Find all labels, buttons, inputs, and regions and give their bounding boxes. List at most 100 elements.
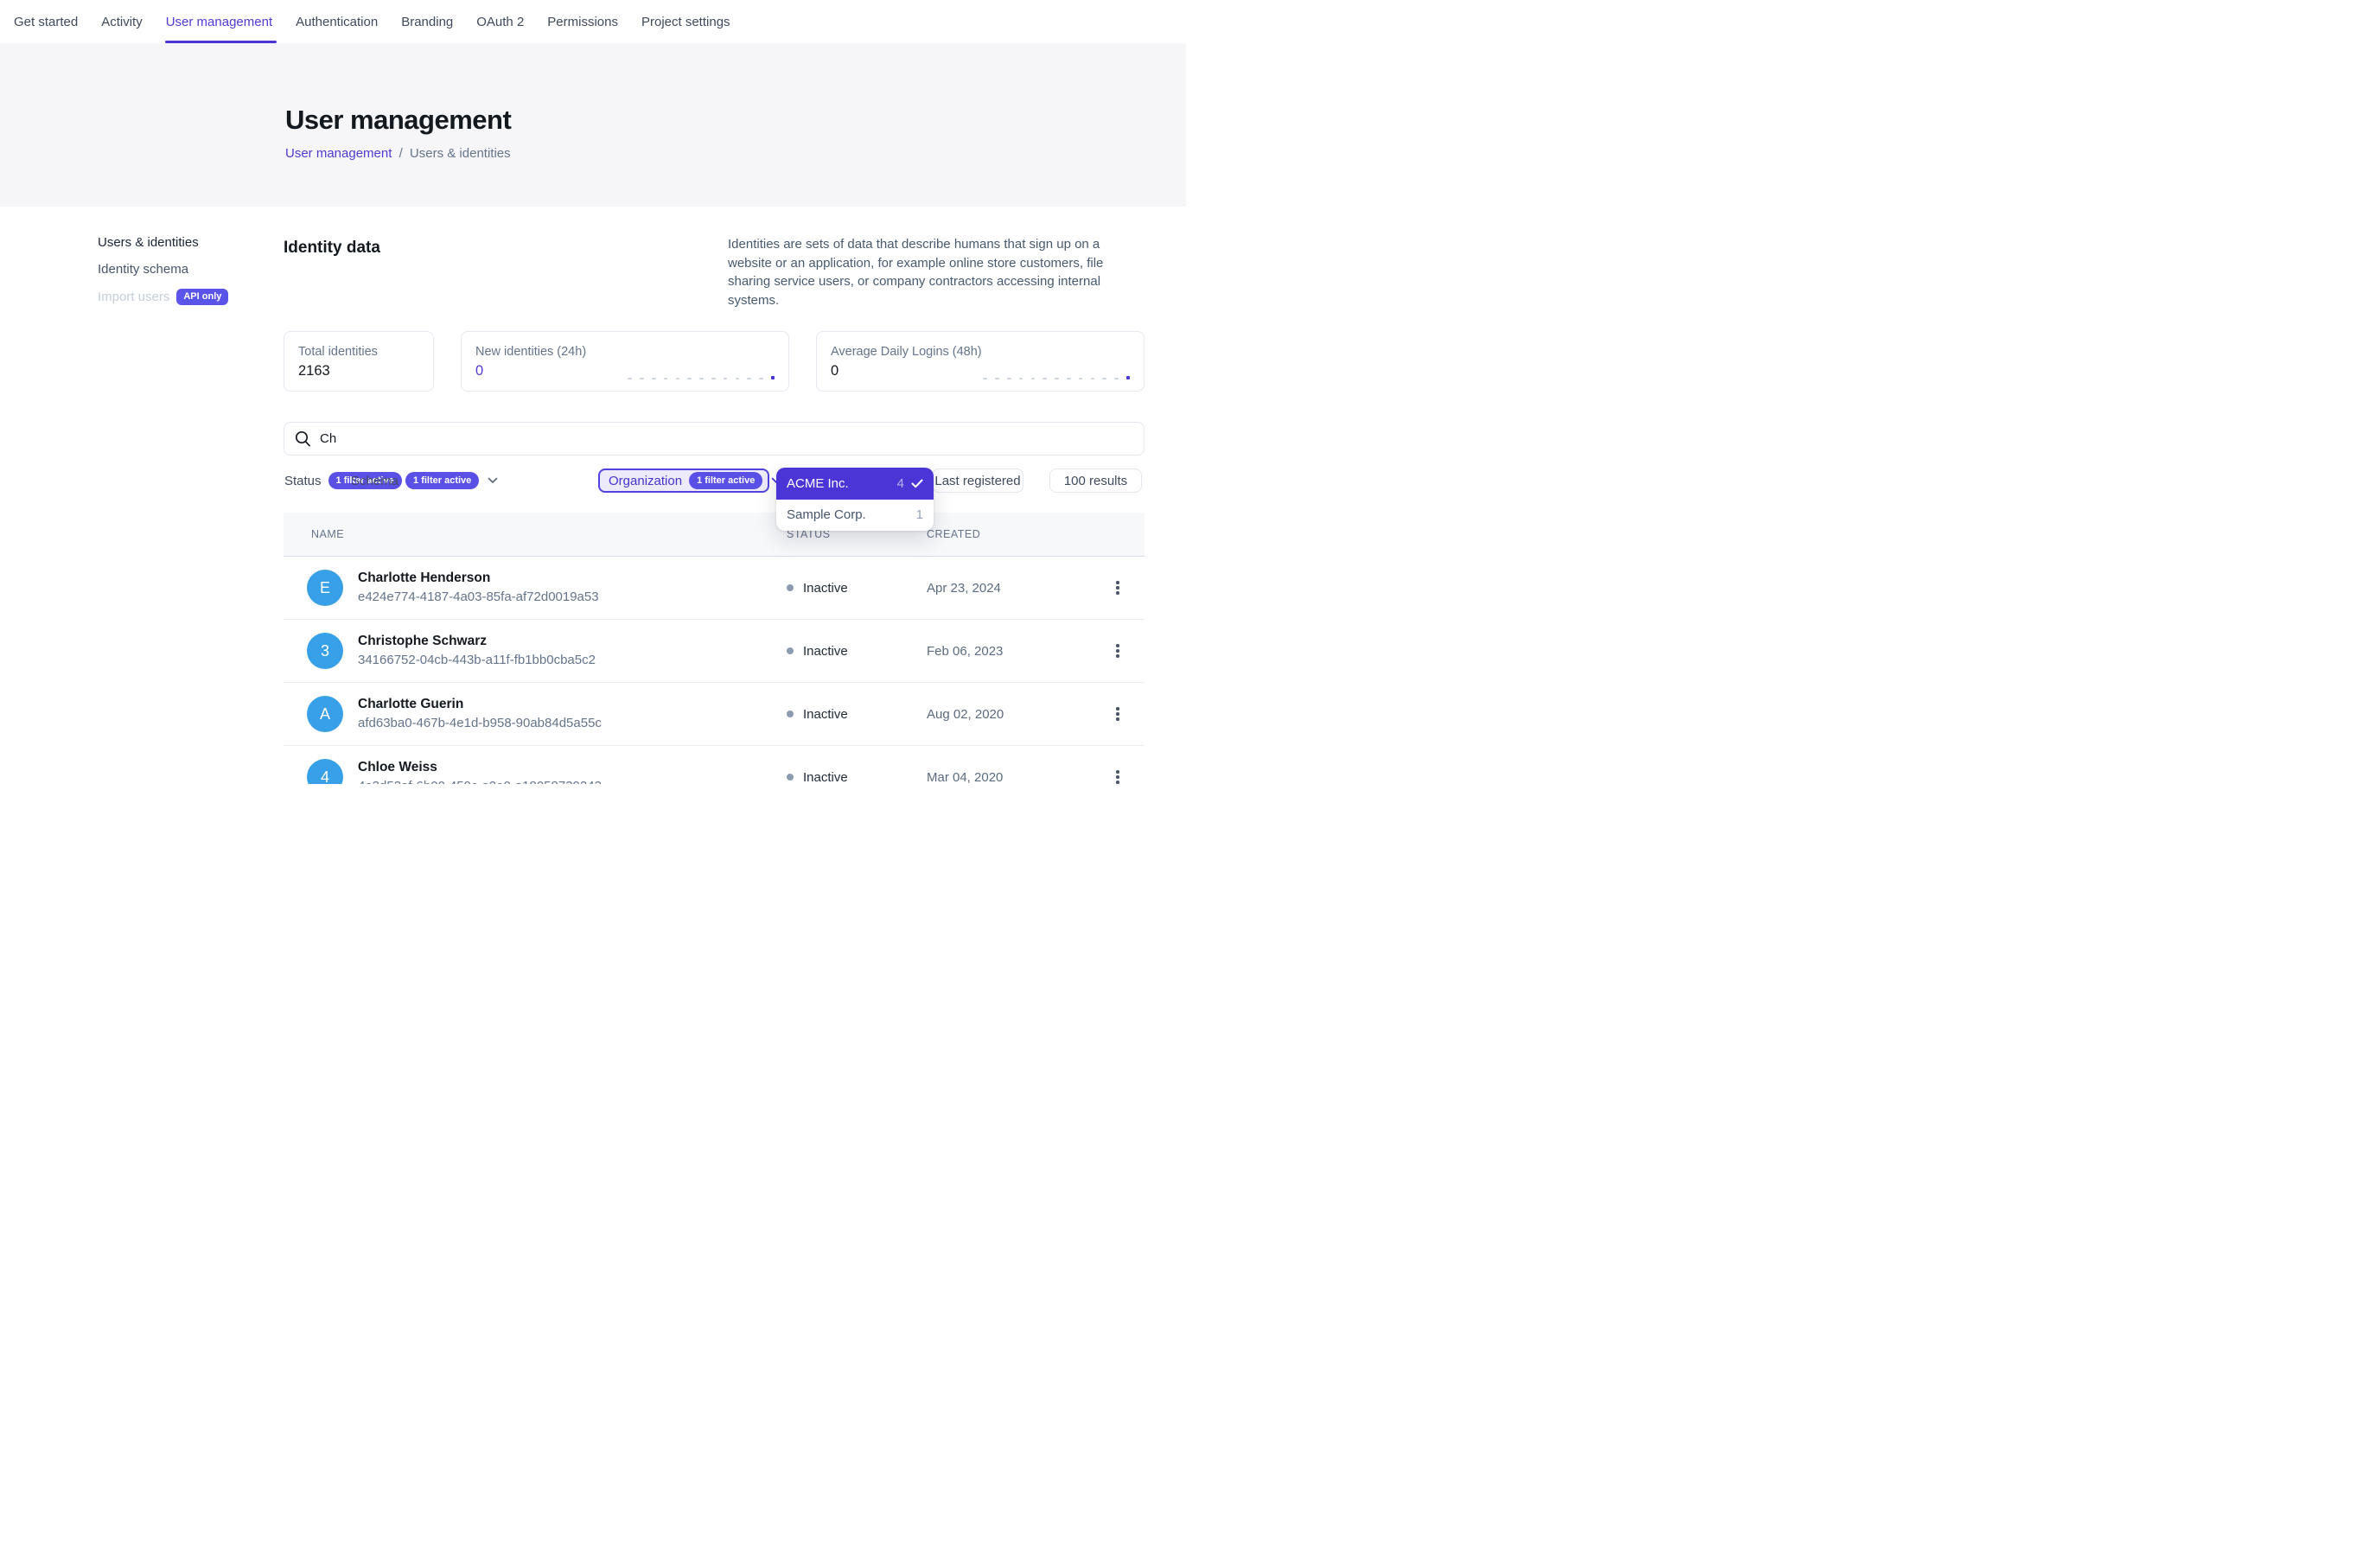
kebab-menu-icon[interactable] xyxy=(1111,702,1125,726)
sort-select-value: Last registered xyxy=(934,474,1020,488)
tab-user-management[interactable]: User management xyxy=(166,0,272,43)
kebab-menu-icon[interactable] xyxy=(1111,576,1125,600)
user-management-page: Get started Activity User management Aut… xyxy=(0,0,1186,784)
search-bar[interactable]: Ch xyxy=(284,422,1145,456)
organization-filter[interactable]: Organization 1 filter active xyxy=(598,468,769,493)
sidebar-item-identity-schema[interactable]: Identity schema xyxy=(98,262,262,277)
status-filter-label: Status xyxy=(284,474,322,488)
tab-oauth2[interactable]: OAuth 2 xyxy=(476,0,524,43)
card-new-identities: New identities (24h) 0 xyxy=(461,331,789,392)
sidebar: Users & identities Identity schema Impor… xyxy=(98,235,262,316)
page-size-select[interactable]: 100 results xyxy=(1049,468,1142,493)
kebab-menu-icon[interactable] xyxy=(1111,639,1125,663)
table-header: NAME STATUS CREATED xyxy=(284,513,1145,557)
status-dot-icon xyxy=(787,584,794,591)
sidebar-item-label: Import users xyxy=(98,290,169,305)
chevron-down-icon xyxy=(488,477,498,484)
page-size-value: 100 results xyxy=(1064,474,1127,488)
dropdown-option-acme[interactable]: ACME Inc. 4 xyxy=(776,468,934,500)
sidebar-item-import-users: Import users API only xyxy=(98,289,262,305)
identity-id: 34166752-04cb-443b-a11f-fb1bb0cba5c2 xyxy=(358,651,596,669)
section-head: Identity data Identities are sets of dat… xyxy=(284,235,1145,309)
column-header-name: NAME xyxy=(311,528,787,540)
status-cell: Inactive xyxy=(787,581,927,596)
organization-filter-label: Organization xyxy=(609,474,682,488)
status-badge: Inactive xyxy=(803,707,848,722)
filter-controls: Status 1 filter active Schema 1 filter a… xyxy=(284,468,1145,493)
created-cell: Feb 06, 2023 xyxy=(927,644,1091,659)
table-row[interactable]: A Charlotte Guerin afd63ba0-467b-4e1d-b9… xyxy=(284,683,1145,746)
tab-get-started[interactable]: Get started xyxy=(14,0,78,43)
column-header-created: CREATED xyxy=(927,528,1091,540)
card-total-identities: Total identities 2163 xyxy=(284,331,434,392)
avatar: 4 xyxy=(307,759,343,784)
breadcrumb-separator: / xyxy=(396,146,406,161)
status-badge: Inactive xyxy=(803,581,848,596)
created-cell: Mar 04, 2020 xyxy=(927,770,1091,785)
search-icon xyxy=(295,430,311,447)
status-cell: Inactive xyxy=(787,644,927,659)
identity-id: e424e774-4187-4a03-85fa-af72d0019a53 xyxy=(358,588,599,606)
content-area: Users & identities Identity schema Impor… xyxy=(0,207,1186,784)
identity-name: Charlotte Henderson xyxy=(358,570,599,587)
name-cell: 3 Christophe Schwarz 34166752-04cb-443b-… xyxy=(307,633,787,669)
section-title: Identity data xyxy=(284,235,380,258)
card-average-daily-logins: Average Daily Logins (48h) 0 xyxy=(816,331,1145,392)
table-row[interactable]: 4 Chloe Weiss 4e3d53af-6b00-459c-a2e0-a1… xyxy=(284,746,1145,784)
tab-activity[interactable]: Activity xyxy=(101,0,143,43)
status-cell: Inactive xyxy=(787,707,927,722)
check-icon xyxy=(911,479,923,488)
table-row[interactable]: E Charlotte Henderson e424e774-4187-4a03… xyxy=(284,557,1145,620)
card-label: Total identities xyxy=(298,344,419,360)
page-header: User management User management / Users … xyxy=(0,43,1186,207)
avatar: 3 xyxy=(307,633,343,669)
schema-filter-badge: 1 filter active xyxy=(405,472,479,489)
sidebar-item-label: Identity schema xyxy=(98,262,188,277)
sidebar-item-users-identities[interactable]: Users & identities xyxy=(98,235,262,251)
tab-branding[interactable]: Branding xyxy=(401,0,453,43)
status-dot-icon xyxy=(787,711,794,717)
option-label: Sample Corp. xyxy=(787,507,909,522)
avatar: E xyxy=(307,570,343,606)
identity-name: Christophe Schwarz xyxy=(358,633,596,650)
option-count: 1 xyxy=(916,507,923,522)
card-label: New identities (24h) xyxy=(475,344,775,360)
kebab-menu-icon[interactable] xyxy=(1111,765,1125,784)
identity-id: 4e3d53af-6b00-459c-a2e0-a18058739243 xyxy=(358,777,602,784)
identity-id: afd63ba0-467b-4e1d-b958-90ab84d5a55c xyxy=(358,714,602,732)
breadcrumb-current: Users & identities xyxy=(410,146,511,161)
status-cell: Inactive xyxy=(787,770,927,785)
search-input[interactable]: Ch xyxy=(320,431,336,446)
section-description: Identities are sets of data that describ… xyxy=(728,235,1145,309)
organization-filter-badge: 1 filter active xyxy=(689,472,762,489)
tab-project-settings[interactable]: Project settings xyxy=(641,0,730,43)
name-cell: A Charlotte Guerin afd63ba0-467b-4e1d-b9… xyxy=(307,696,787,732)
schema-filter[interactable]: Schema 1 filter active xyxy=(351,468,498,493)
status-badge: Inactive xyxy=(803,644,848,659)
table-row[interactable]: 3 Christophe Schwarz 34166752-04cb-443b-… xyxy=(284,620,1145,683)
status-dot-icon xyxy=(787,647,794,654)
status-dot-icon xyxy=(787,774,794,781)
api-only-badge: API only xyxy=(176,289,228,305)
schema-filter-label: Schema xyxy=(351,474,399,488)
breadcrumb-link-user-management[interactable]: User management xyxy=(285,146,392,161)
name-cell: 4 Chloe Weiss 4e3d53af-6b00-459c-a2e0-a1… xyxy=(307,759,787,784)
identities-table: NAME STATUS CREATED E Charlotte Henderso… xyxy=(284,513,1145,784)
sparkline-chart xyxy=(628,376,775,380)
card-label: Average Daily Logins (48h) xyxy=(831,344,1130,360)
dropdown-option-sample-corp[interactable]: Sample Corp. 1 xyxy=(776,500,934,532)
identity-name: Chloe Weiss xyxy=(358,759,602,776)
sparkline-chart xyxy=(983,376,1130,380)
tab-authentication[interactable]: Authentication xyxy=(296,0,378,43)
card-value: 2163 xyxy=(298,363,419,379)
sidebar-item-label: Users & identities xyxy=(98,235,199,251)
status-badge: Inactive xyxy=(803,770,848,785)
option-count: 4 xyxy=(897,476,904,491)
stat-cards: Total identities 2163 New identities (24… xyxy=(284,331,1145,392)
created-cell: Aug 02, 2020 xyxy=(927,707,1091,722)
option-label: ACME Inc. xyxy=(787,476,890,491)
top-navigation: Get started Activity User management Aut… xyxy=(0,0,1186,43)
sort-select[interactable]: Last registered xyxy=(932,468,1023,493)
avatar: A xyxy=(307,696,343,732)
tab-permissions[interactable]: Permissions xyxy=(547,0,618,43)
